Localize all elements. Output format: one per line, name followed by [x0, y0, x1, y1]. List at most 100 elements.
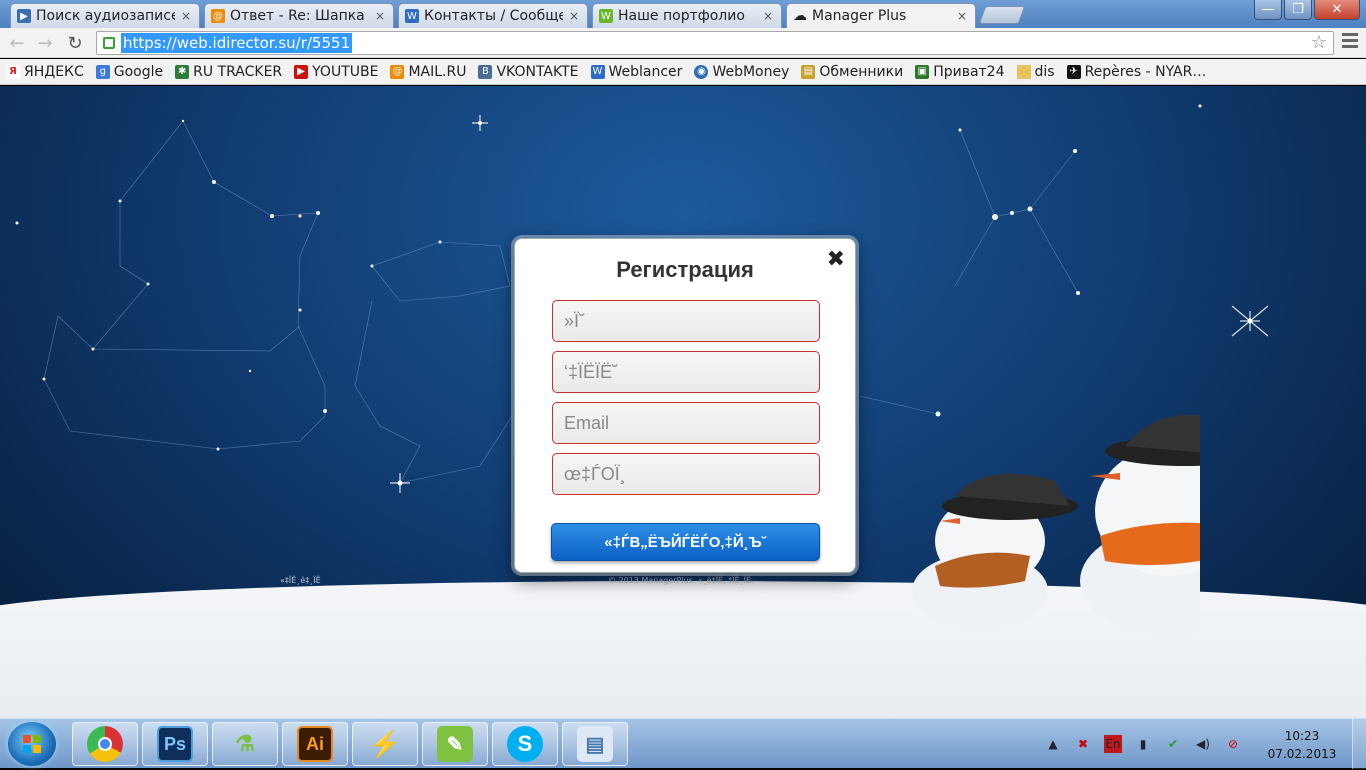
tab-close-icon[interactable]: ×	[957, 9, 967, 23]
modal-title: Регистрация	[616, 257, 754, 282]
power-icon[interactable]: ⊘	[1224, 735, 1242, 753]
bookmark-label: dis	[1034, 63, 1055, 80]
taskbar-notepad[interactable]: ▤	[562, 722, 628, 766]
bookmark-label: Приват24	[933, 63, 1005, 80]
close-icon[interactable]: ✖	[827, 247, 845, 272]
tab-title: Наше портфолио	[618, 8, 745, 24]
back-button[interactable]: ←	[6, 32, 28, 54]
tab-mailru-reply[interactable]: @ Ответ - Re: Шапка к ×	[204, 3, 394, 28]
bookmark-reperes[interactable]: ✈ Repères - NYAR…	[1066, 63, 1207, 80]
tab-portfolio[interactable]: W Наше портфолио ×	[592, 3, 782, 28]
rutracker-icon: ✱	[175, 64, 190, 79]
new-tab-button[interactable]	[978, 6, 1026, 24]
signal-icon[interactable]: ▮	[1134, 735, 1152, 753]
address-bar[interactable]: https://web.idirector.su/r/5551 ☆	[96, 31, 1334, 55]
tab-close-icon[interactable]: ×	[375, 9, 385, 23]
bookmark-label: Repères - NYAR…	[1084, 63, 1207, 80]
skype-icon: S	[507, 726, 543, 762]
bookmarks-bar: Я ЯНДЕКС g Google ✱ RU TRACKER ▶ YOUTUBE @ MA…	[0, 59, 1366, 85]
clock-time: 10:23	[1284, 729, 1320, 743]
weblancer-icon: W	[405, 9, 419, 23]
tab-close-icon[interactable]: ×	[181, 9, 191, 23]
language-indicator[interactable]: En	[1104, 735, 1122, 753]
bookmark-label: VKONTAKTE	[496, 63, 579, 80]
winamp-icon: ⚡	[368, 728, 402, 759]
windows-taskbar: Ps ⚗ Ai ⚡ ✎ S ▤ ▲ ✖ En ▮ ✔ ◀) ⊘ 10:23 07…	[0, 718, 1366, 769]
bookmark-youtube[interactable]: ▶ YOUTUBE	[294, 64, 378, 80]
register-button[interactable]: «‡ЃВ„ЁЪЙЃЁЃО‚‡Й¸Ъ˘	[551, 523, 820, 561]
bookmark-mailru[interactable]: @ MAIL.RU	[390, 64, 466, 80]
menu-icon[interactable]	[1342, 33, 1358, 51]
mailru-icon: @	[390, 64, 405, 79]
page-footer-left: «‡ЇЁ¸ё‡¸ЇЁ	[280, 576, 321, 585]
tab-audio-search[interactable]: ▶ Поиск аудиозаписе ×	[10, 3, 200, 28]
photoshop-icon: Ps	[157, 726, 193, 762]
mailru-icon: @	[211, 9, 225, 23]
tab-title: Manager Plus	[812, 8, 907, 24]
taskbar-joxi[interactable]: ⚗	[212, 722, 278, 766]
bookmark-yandex[interactable]: Я ЯНДЕКС	[6, 64, 84, 80]
clock-date: 07.02.2013	[1267, 747, 1337, 761]
show-desktop-button[interactable]	[1352, 719, 1366, 769]
start-button[interactable]	[8, 722, 56, 766]
surname-field[interactable]: ‘‡ЇЁЇЁ˘	[552, 351, 820, 393]
bookmark-weblancer[interactable]: W Weblancer	[590, 63, 683, 80]
bookmark-privat24[interactable]: ▣ Приват24	[915, 63, 1005, 80]
forward-button[interactable]: →	[34, 32, 56, 54]
bookmark-webmoney[interactable]: ◉ WebMoney	[694, 64, 789, 80]
tab-contacts[interactable]: W Контакты / Сообще ×	[398, 3, 588, 28]
lock-icon	[103, 37, 115, 49]
taskbar-evernote[interactable]: ✎	[422, 722, 488, 766]
password-field[interactable]: œ‡ЃОЇ¸	[552, 453, 820, 495]
minimize-button[interactable]: —	[1254, 0, 1282, 20]
star-icon[interactable]: ☆	[1311, 32, 1327, 53]
email-field[interactable]: Email	[552, 402, 820, 444]
notepad-icon: ▤	[577, 726, 613, 762]
taskbar-skype[interactable]: S	[492, 722, 558, 766]
bookmark-label: YOUTUBE	[312, 63, 379, 80]
evernote-icon: ✎	[437, 726, 473, 762]
bookmark-folder-dis[interactable]: dis	[1016, 63, 1055, 80]
registration-modal: Регистрация ✖ »Ї˘ ‘‡ЇЁЇЁ˘ Email œ‡ЃОЇ¸ «…	[514, 238, 856, 573]
page-viewport: «‡ЇЁ¸ё‡¸ЇЁ © 2013 ManagerPlus. «¸ё‡ЇЁ‚ ‡…	[0, 86, 1366, 718]
window-controls: — ❐ ✕	[1254, 0, 1360, 20]
name-field[interactable]: »Ї˘	[552, 300, 820, 342]
tab-close-icon[interactable]: ×	[569, 9, 579, 23]
close-window-button[interactable]: ✕	[1314, 0, 1360, 20]
tab-close-icon[interactable]: ×	[763, 9, 773, 23]
chemistry-icon: ⚗	[235, 731, 255, 756]
bookmark-google[interactable]: g Google	[95, 64, 163, 80]
clock[interactable]: 10:23 07.02.2013	[1262, 727, 1342, 763]
bookmark-label: RU TRACKER	[193, 63, 283, 80]
bookmark-label: Weblancer	[608, 63, 683, 80]
chrome-icon	[87, 726, 123, 762]
vk-icon: B	[478, 64, 493, 79]
volume-icon[interactable]: ◀)	[1194, 735, 1212, 753]
bookmark-vkontakte[interactable]: B VKONTAKTE	[478, 63, 579, 80]
windows-logo-icon	[23, 735, 41, 753]
reload-button[interactable]: ↻	[64, 32, 86, 54]
taskbar-winamp[interactable]: ⚡	[352, 722, 418, 766]
webmoney-icon: ◉	[694, 64, 709, 79]
taskbar-chrome[interactable]	[72, 722, 138, 766]
taskbar-photoshop[interactable]: Ps	[142, 722, 208, 766]
snowmen-illustration	[912, 414, 1200, 636]
shield-icon[interactable]: ✔	[1164, 735, 1182, 753]
folder-doc-icon: ▤	[801, 64, 816, 79]
bookmark-rutracker[interactable]: ✱ RU TRACKER	[175, 64, 282, 80]
illustrator-icon: Ai	[297, 726, 333, 762]
show-hidden-icons-icon[interactable]: ▲	[1044, 735, 1062, 753]
folder-icon	[1016, 64, 1031, 79]
system-tray: ▲ ✖ En ▮ ✔ ◀) ⊘	[1044, 719, 1242, 769]
network-error-icon[interactable]: ✖	[1074, 735, 1092, 753]
google-icon: g	[95, 64, 110, 79]
tab-title: Ответ - Re: Шапка к	[230, 8, 369, 24]
bookmark-obmenniki[interactable]: ▤ Обменники	[801, 64, 903, 80]
tab-title: Контакты / Сообще	[424, 8, 563, 24]
maximize-button[interactable]: ❐	[1284, 0, 1312, 20]
url-text[interactable]: https://web.idirector.su/r/5551	[121, 33, 353, 53]
taskbar-illustrator[interactable]: Ai	[282, 722, 348, 766]
tab-manager-plus[interactable]: ☁ Manager Plus ×	[786, 3, 976, 28]
bookmark-label: ЯНДЕКС	[24, 63, 84, 80]
bookmark-label: Обменники	[819, 63, 904, 80]
